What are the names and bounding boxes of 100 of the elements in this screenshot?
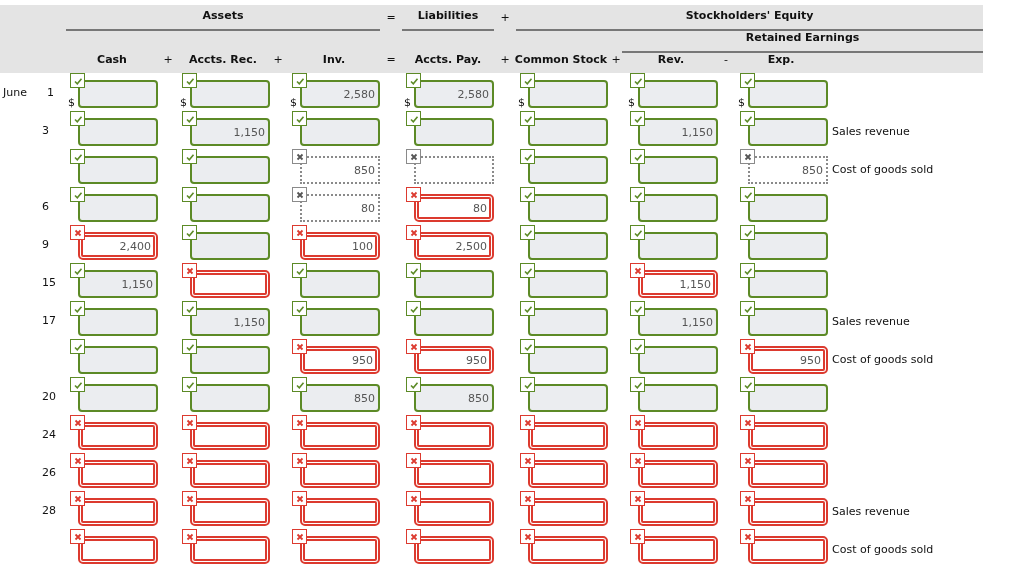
answer-field[interactable] xyxy=(190,194,270,222)
answer-field[interactable] xyxy=(638,194,718,222)
answer-field[interactable]: 950 xyxy=(748,346,828,374)
answer-field[interactable] xyxy=(528,498,608,526)
answer-field[interactable] xyxy=(78,498,158,526)
answer-field[interactable] xyxy=(190,156,270,184)
answer-field[interactable] xyxy=(638,232,718,260)
answer-field[interactable] xyxy=(190,460,270,488)
cross-icon xyxy=(406,339,421,354)
answer-field[interactable] xyxy=(748,194,828,222)
currency-sign: $ xyxy=(518,97,526,108)
answer-field[interactable] xyxy=(78,118,158,146)
answer-field[interactable]: 1,150 xyxy=(190,308,270,336)
answer-field[interactable] xyxy=(78,460,158,488)
answer-field[interactable] xyxy=(190,232,270,260)
group-heading: Assets xyxy=(66,5,380,31)
answer-field[interactable]: 2,580 xyxy=(414,80,494,108)
answer-field[interactable] xyxy=(748,384,828,412)
answer-field[interactable] xyxy=(528,118,608,146)
check-icon xyxy=(630,225,645,240)
answer-field[interactable]: 950 xyxy=(414,346,494,374)
cross-icon xyxy=(740,529,755,544)
answer-field[interactable]: 2,500 xyxy=(414,232,494,260)
answer-field[interactable] xyxy=(300,118,380,146)
answer-field[interactable] xyxy=(748,80,828,108)
answer-field[interactable] xyxy=(638,460,718,488)
answer-field[interactable] xyxy=(190,384,270,412)
answer-field[interactable]: 2,580 xyxy=(300,80,380,108)
answer-field[interactable] xyxy=(190,422,270,450)
answer-field[interactable] xyxy=(528,270,608,298)
answer-field[interactable]: 1,150 xyxy=(78,270,158,298)
answer-field[interactable] xyxy=(748,460,828,488)
answer-field[interactable]: 850 xyxy=(300,156,380,184)
answer-field[interactable] xyxy=(414,460,494,488)
answer-field[interactable] xyxy=(78,384,158,412)
answer-field[interactable] xyxy=(414,118,494,146)
answer-field[interactable] xyxy=(414,308,494,336)
answer-field[interactable] xyxy=(528,536,608,564)
answer-field[interactable] xyxy=(300,422,380,450)
answer-field[interactable] xyxy=(748,536,828,564)
answer-field[interactable] xyxy=(638,536,718,564)
answer-field[interactable] xyxy=(78,156,158,184)
check-icon xyxy=(182,187,197,202)
answer-field[interactable]: 950 xyxy=(300,346,380,374)
answer-field[interactable] xyxy=(414,536,494,564)
answer-field[interactable] xyxy=(638,80,718,108)
answer-field[interactable] xyxy=(78,308,158,336)
answer-field[interactable] xyxy=(748,118,828,146)
answer-field[interactable] xyxy=(300,498,380,526)
answer-field[interactable] xyxy=(190,270,270,298)
answer-field[interactable] xyxy=(414,422,494,450)
answer-field[interactable]: 80 xyxy=(300,194,380,222)
check-icon xyxy=(406,263,421,278)
answer-field[interactable]: 80 xyxy=(414,194,494,222)
answer-field[interactable] xyxy=(638,384,718,412)
answer-field[interactable] xyxy=(190,536,270,564)
answer-field[interactable] xyxy=(300,308,380,336)
answer-field[interactable]: 850 xyxy=(748,156,828,184)
check-icon xyxy=(182,377,197,392)
answer-field[interactable] xyxy=(528,194,608,222)
answer-field[interactable] xyxy=(528,308,608,336)
answer-field[interactable] xyxy=(748,270,828,298)
answer-field[interactable]: 2,400 xyxy=(78,232,158,260)
answer-field[interactable] xyxy=(300,270,380,298)
answer-field[interactable] xyxy=(78,536,158,564)
answer-field[interactable] xyxy=(528,232,608,260)
answer-field[interactable] xyxy=(748,308,828,336)
answer-field[interactable] xyxy=(190,80,270,108)
answer-field[interactable] xyxy=(300,460,380,488)
answer-field[interactable] xyxy=(190,498,270,526)
answer-field[interactable] xyxy=(414,498,494,526)
answer-field[interactable]: 1,150 xyxy=(638,118,718,146)
answer-field[interactable] xyxy=(528,80,608,108)
answer-field[interactable] xyxy=(78,194,158,222)
answer-field[interactable] xyxy=(528,460,608,488)
answer-field[interactable]: 850 xyxy=(414,384,494,412)
answer-field[interactable] xyxy=(414,156,494,184)
answer-field[interactable] xyxy=(638,156,718,184)
answer-field[interactable] xyxy=(528,422,608,450)
answer-field[interactable] xyxy=(528,384,608,412)
answer-field[interactable] xyxy=(300,536,380,564)
answer-field[interactable] xyxy=(748,498,828,526)
answer-field[interactable]: 1,150 xyxy=(638,308,718,336)
answer-field[interactable]: 1,150 xyxy=(638,270,718,298)
answer-field[interactable] xyxy=(414,270,494,298)
answer-field[interactable] xyxy=(638,498,718,526)
check-icon xyxy=(630,187,645,202)
answer-field[interactable] xyxy=(78,80,158,108)
answer-field[interactable]: 100 xyxy=(300,232,380,260)
answer-field[interactable] xyxy=(638,422,718,450)
answer-field[interactable] xyxy=(528,346,608,374)
answer-field[interactable] xyxy=(78,422,158,450)
answer-field[interactable] xyxy=(748,232,828,260)
answer-field[interactable] xyxy=(748,422,828,450)
answer-field[interactable] xyxy=(528,156,608,184)
answer-field[interactable]: 850 xyxy=(300,384,380,412)
answer-field[interactable] xyxy=(638,346,718,374)
answer-field[interactable] xyxy=(78,346,158,374)
answer-field[interactable] xyxy=(190,346,270,374)
answer-field[interactable]: 1,150 xyxy=(190,118,270,146)
